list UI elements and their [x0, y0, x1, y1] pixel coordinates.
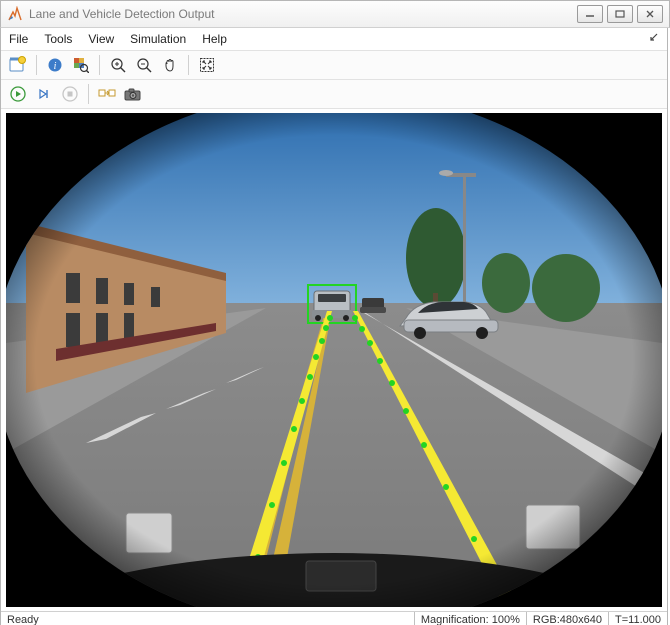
menu-help[interactable]: Help: [202, 32, 227, 46]
status-time: T=11.000: [608, 612, 667, 625]
toolbar-separator: [36, 55, 37, 75]
stop-button[interactable]: [59, 83, 81, 105]
toolbar-main: i: [1, 51, 667, 80]
window-body: File Tools View Simulation Help i: [0, 28, 668, 625]
status-rgb: RGB:480x640: [526, 612, 608, 625]
video-info-button[interactable]: i: [44, 54, 66, 76]
fit-to-view-button[interactable]: [196, 54, 218, 76]
close-button[interactable]: [637, 5, 663, 23]
toolbar-separator: [188, 55, 189, 75]
menu-view[interactable]: View: [88, 32, 114, 46]
zoom-out-button[interactable]: [133, 54, 155, 76]
pan-button[interactable]: [159, 54, 181, 76]
zoom-in-button[interactable]: [107, 54, 129, 76]
new-video-viewer-button[interactable]: [7, 54, 29, 76]
toolbar-dropdown-icon[interactable]: [647, 32, 659, 47]
status-magnification: Magnification: 100%: [414, 612, 526, 625]
menu-bar: File Tools View Simulation Help: [1, 28, 667, 51]
title-bar: Lane and Vehicle Detection Output: [0, 0, 670, 28]
play-button[interactable]: [7, 83, 29, 105]
step-forward-button[interactable]: [33, 83, 55, 105]
window-title: Lane and Vehicle Detection Output: [29, 7, 577, 21]
toolbar-separator: [99, 55, 100, 75]
svg-text:i: i: [54, 61, 57, 72]
menu-simulation[interactable]: Simulation: [130, 32, 186, 46]
window-controls: [577, 5, 663, 23]
matlab-icon: [7, 6, 23, 22]
menu-tools[interactable]: Tools: [44, 32, 72, 46]
pixel-region-button[interactable]: [70, 54, 92, 76]
status-ready: Ready: [1, 612, 414, 625]
highlight-block-button[interactable]: [96, 83, 118, 105]
snapshot-button[interactable]: [122, 83, 144, 105]
video-viewport[interactable]: [6, 113, 662, 607]
toolbar-playback: [1, 80, 667, 109]
maximize-button[interactable]: [607, 5, 633, 23]
minimize-button[interactable]: [577, 5, 603, 23]
status-bar: Ready Magnification: 100% RGB:480x640 T=…: [1, 611, 667, 625]
toolbar-separator: [88, 84, 89, 104]
menu-file[interactable]: File: [9, 32, 28, 46]
